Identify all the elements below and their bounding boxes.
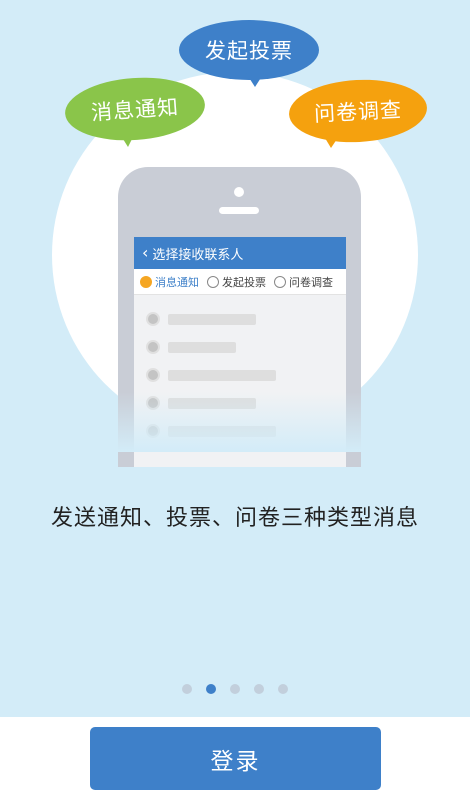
phone-camera	[234, 187, 244, 197]
radio-selected-icon	[140, 275, 152, 288]
illustration-fade	[0, 392, 470, 452]
page-dot-5[interactable]	[278, 684, 288, 694]
list-item	[134, 305, 346, 333]
phone-tab-notice: 消息通知	[140, 274, 199, 290]
phone-screen-title: 选择接收联系人	[152, 247, 244, 263]
speech-bubble-label: 问卷调查	[313, 97, 403, 127]
phone-tab-label: 消息通知	[155, 275, 199, 289]
radio-icon	[274, 275, 286, 288]
avatar-icon	[146, 340, 160, 354]
placeholder-bar	[168, 369, 276, 381]
speech-bubble-label: 发起投票	[205, 39, 293, 63]
phone-tab-label: 问卷调查	[289, 275, 333, 289]
speech-bubble-tail	[322, 133, 341, 148]
page-dot-3[interactable]	[230, 684, 240, 694]
avatar-icon	[146, 368, 160, 382]
page-dot-4[interactable]	[254, 684, 264, 694]
phone-tab-survey: 问卷调查	[274, 274, 333, 290]
page-dot-2-active[interactable]	[206, 684, 216, 694]
speech-bubble-tail	[246, 73, 264, 87]
list-item	[134, 333, 346, 361]
avatar-icon	[146, 312, 160, 326]
phone-tab-label: 发起投票	[222, 275, 266, 289]
phone-tab-vote: 发起投票	[207, 274, 266, 290]
chevron-left-icon: ‹	[142, 243, 149, 262]
phone-speaker	[219, 207, 259, 214]
placeholder-bar	[168, 313, 256, 325]
speech-bubble-vote: 发起投票	[179, 20, 319, 80]
login-button[interactable]: 登录	[90, 727, 381, 790]
phone-screen-header: ‹ 选择接收联系人	[134, 237, 346, 269]
speech-bubble-tail	[118, 131, 136, 147]
page-dot-1[interactable]	[182, 684, 192, 694]
footer-bar: 登录	[0, 717, 470, 800]
page-indicator	[0, 684, 470, 694]
onboarding-slide[interactable]: ‹ 选择接收联系人 消息通知 发起投票 问卷调查 消息通知 发起投票 问卷调查 …	[0, 0, 470, 717]
speech-bubble-label: 消息通知	[90, 94, 180, 126]
phone-screen-tabs: 消息通知 发起投票 问卷调查	[134, 269, 346, 295]
list-item	[134, 361, 346, 389]
slide-tagline: 发送通知、投票、问卷三种类型消息	[50, 506, 419, 531]
placeholder-bar	[168, 341, 236, 353]
radio-icon	[207, 275, 219, 288]
